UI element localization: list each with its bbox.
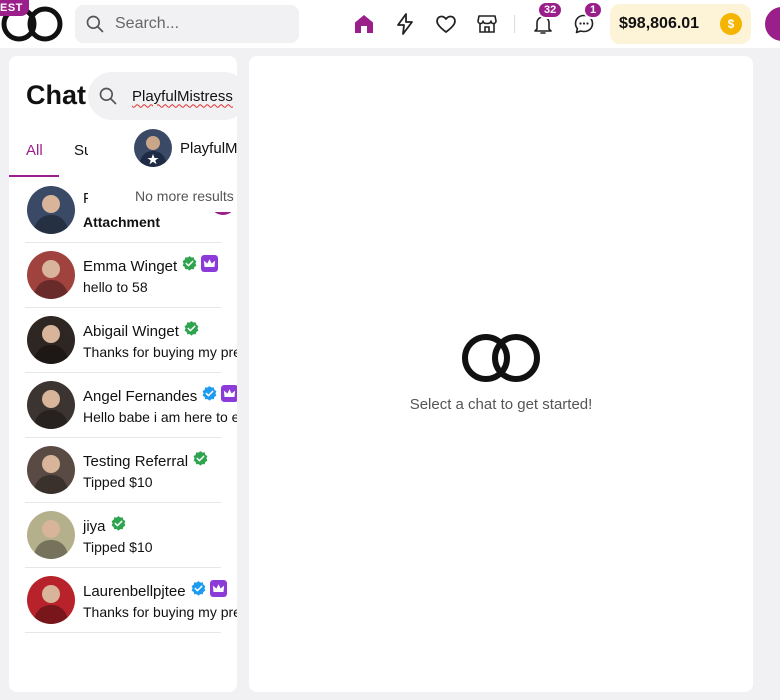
- verified-badge-icon: [106, 515, 127, 537]
- lightning-icon[interactable]: [392, 11, 418, 37]
- wallet-balance: $98,806.01: [619, 15, 700, 32]
- global-search-bar[interactable]: [75, 5, 299, 43]
- brand-logo-placeholder: [460, 332, 542, 384]
- global-search-input[interactable]: [115, 15, 285, 33]
- chat-contact-name: Abigail Winget: [83, 322, 179, 340]
- chat-contact-name: Emma Winget: [83, 257, 178, 275]
- chat-search-dropdown: PlayfulMistress PlayfulM No more results: [88, 72, 237, 212]
- chat-last-message: Hello babe i am here to en: [83, 409, 237, 425]
- home-icon[interactable]: [351, 11, 377, 37]
- chat-name-line: Testing Referral: [83, 450, 209, 472]
- chat-contact-name: jiya: [83, 517, 106, 535]
- chat-list: PlayfuAttachmentEmma Wingethello to 58Ab…: [9, 178, 237, 633]
- chat-name-line: Laurenbellpjtee: [83, 580, 227, 602]
- search-result-item[interactable]: PlayfulM: [88, 128, 237, 168]
- notifications-count-badge: 32: [537, 1, 564, 19]
- crown-icon: [207, 580, 227, 602]
- tab-all[interactable]: All: [26, 142, 43, 159]
- chat-last-message: Tipped $10: [83, 474, 153, 490]
- chat-name-line: Abigail Winget: [83, 320, 200, 342]
- verified-badge-icon: [179, 320, 200, 342]
- chat-contact-name: Angel Fernandes: [83, 387, 198, 405]
- search-icon: [99, 87, 117, 105]
- no-more-results-text: No more results: [135, 188, 234, 204]
- chat-contact-name: Testing Referral: [83, 452, 189, 470]
- verified-badge-icon: [188, 450, 209, 472]
- chat-last-message: Tipped $10: [83, 539, 153, 555]
- search-result-avatar: [134, 129, 172, 167]
- chat-list-item[interactable]: jiya Tipped $10: [25, 503, 221, 568]
- chat-last-message: Attachment: [83, 214, 161, 230]
- chat-search-field[interactable]: PlayfulMistress: [88, 72, 237, 120]
- chat-last-message: Thanks for buying my pren: [83, 344, 237, 360]
- active-tab-indicator: [9, 175, 59, 177]
- chat-list-item[interactable]: Abigail Winget Thanks for buying my pren: [25, 308, 237, 373]
- environment-badge: EST: [0, 0, 29, 16]
- crown-icon: [198, 255, 219, 277]
- chat-name-line: jiya: [83, 515, 127, 537]
- chat-list-item[interactable]: Testing Referral Tipped $10: [25, 438, 221, 503]
- avatar: [27, 381, 75, 429]
- avatar: [27, 316, 75, 364]
- heart-icon[interactable]: [433, 11, 459, 37]
- search-icon: [86, 15, 104, 33]
- chat-list-item[interactable]: Emma Winget hello to 58: [25, 243, 221, 308]
- messages-count-badge: 1: [583, 1, 604, 19]
- coin-icon: $: [720, 13, 742, 35]
- avatar: [27, 446, 75, 494]
- chat-last-message: Thanks for buying my pren: [83, 604, 237, 620]
- conversation-panel: Select a chat to get started!: [249, 56, 753, 692]
- top-bar: EST 32 1 $98,806.01 $: [0, 0, 780, 48]
- user-avatar[interactable]: [762, 4, 780, 44]
- verified-badge-icon: [186, 580, 207, 602]
- chat-search-value[interactable]: PlayfulMistress: [132, 88, 233, 105]
- avatar: [27, 251, 75, 299]
- verified-badge-icon: [177, 255, 198, 277]
- store-icon[interactable]: [474, 11, 500, 37]
- empty-state-message: Select a chat to get started!: [409, 396, 593, 413]
- crown-icon: [218, 385, 237, 407]
- chat-list-item[interactable]: Angel Fernandes Hello babe i am here to e…: [25, 373, 237, 438]
- avatar: [27, 186, 75, 234]
- avatar: [27, 511, 75, 559]
- chat-name-line: Angel Fernandes: [83, 385, 237, 407]
- avatar: [27, 576, 75, 624]
- search-result-name: PlayfulM: [180, 139, 237, 157]
- nav-divider: [514, 15, 515, 33]
- verified-badge-icon: [197, 385, 218, 407]
- chat-last-message: hello to 58: [83, 279, 148, 295]
- chat-name-line: Emma Winget: [83, 255, 219, 277]
- chat-list-item[interactable]: Laurenbellpjtee Thanks for buying my pren: [25, 568, 237, 633]
- wallet-balance-button[interactable]: $98,806.01 $: [610, 4, 751, 44]
- chat-contact-name: Laurenbellpjtee: [83, 582, 186, 600]
- chat-panel-title: Chat: [26, 80, 86, 110]
